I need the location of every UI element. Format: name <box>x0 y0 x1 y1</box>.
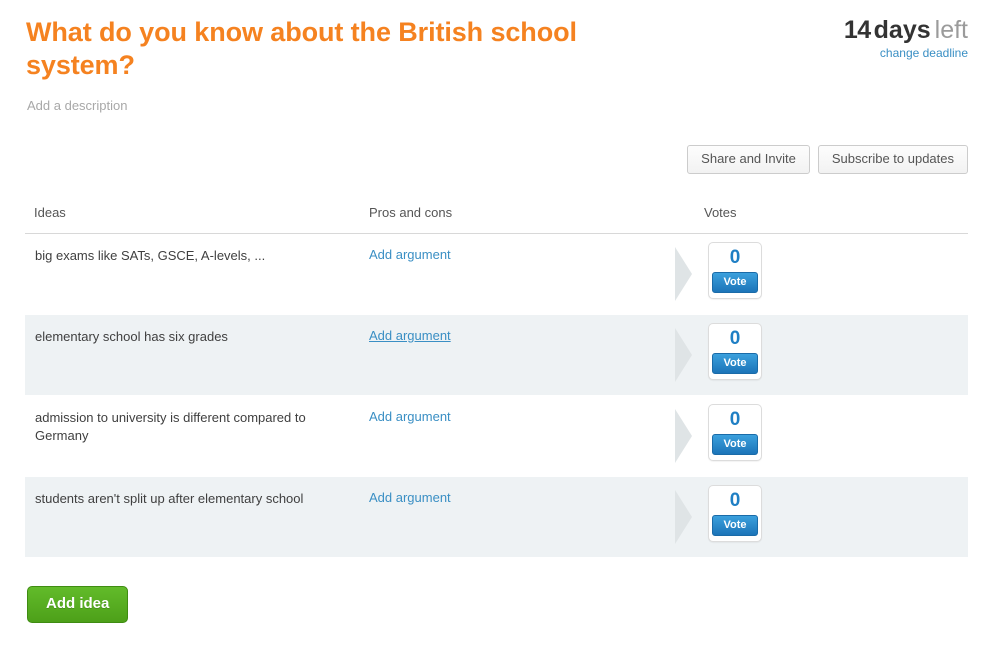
table-row: students aren't split up after elementar… <box>25 477 968 558</box>
vote-count: 0 <box>729 490 741 511</box>
column-header-votes: Votes <box>704 205 737 220</box>
deadline-block: 14 days left change deadline <box>844 16 968 60</box>
action-bar: Share and Invite Subscribe to updates <box>687 145 968 174</box>
vote-count: 0 <box>729 409 741 430</box>
vote-card: 0 Vote <box>708 485 762 542</box>
vote-count: 0 <box>729 247 741 268</box>
add-argument-link[interactable]: Add argument <box>369 328 451 343</box>
add-argument-link[interactable]: Add argument <box>369 409 451 424</box>
idea-text[interactable]: students aren't split up after elementar… <box>35 490 345 508</box>
add-argument-link[interactable]: Add argument <box>369 247 451 262</box>
ideas-table: Ideas Pros and cons Votes big exams like… <box>25 205 968 558</box>
vote-card: 0 Vote <box>708 404 762 461</box>
speech-tail-icon <box>675 247 692 301</box>
add-idea-button[interactable]: Add idea <box>27 586 129 623</box>
idea-text[interactable]: admission to university is different com… <box>35 409 345 445</box>
page-root: What do you know about the British schoo… <box>0 0 996 646</box>
vote-widget: 0 Vote <box>675 242 795 306</box>
deadline-suffix: left <box>934 16 968 44</box>
vote-button[interactable]: Vote <box>712 515 758 536</box>
vote-button[interactable]: Vote <box>712 434 758 455</box>
table-row: admission to university is different com… <box>25 396 968 477</box>
vote-button[interactable]: Vote <box>712 272 758 293</box>
speech-tail-icon <box>675 409 692 463</box>
deadline-days-number: 14 <box>843 16 871 44</box>
column-header-ideas: Ideas <box>34 205 66 220</box>
page-header: What do you know about the British schoo… <box>0 0 996 130</box>
speech-tail-icon <box>675 328 692 382</box>
add-argument-link[interactable]: Add argument <box>369 490 451 505</box>
vote-widget: 0 Vote <box>675 404 795 468</box>
subscribe-to-updates-button[interactable]: Subscribe to updates <box>817 145 968 174</box>
speech-tail-icon <box>675 490 692 544</box>
idea-text[interactable]: big exams like SATs, GSCE, A-levels, ... <box>35 247 345 265</box>
column-header-pros-and-cons: Pros and cons <box>369 205 453 220</box>
vote-button[interactable]: Vote <box>712 353 758 374</box>
table-row: big exams like SATs, GSCE, A-levels, ...… <box>25 234 968 315</box>
add-description-field[interactable]: Add a description <box>27 98 127 113</box>
deadline-text: 14 days left <box>844 16 968 44</box>
table-row: elementary school has six grades Add arg… <box>25 315 968 396</box>
idea-text[interactable]: elementary school has six grades <box>35 328 345 346</box>
deadline-days-unit: days <box>873 16 931 44</box>
vote-count: 0 <box>729 328 741 349</box>
vote-widget: 0 Vote <box>675 323 795 387</box>
change-deadline-link[interactable]: change deadline <box>844 46 968 60</box>
share-and-invite-button[interactable]: Share and Invite <box>687 145 810 174</box>
vote-widget: 0 Vote <box>675 485 795 549</box>
vote-card: 0 Vote <box>708 242 762 299</box>
vote-card: 0 Vote <box>708 323 762 380</box>
page-title: What do you know about the British schoo… <box>26 17 577 80</box>
table-header-row: Ideas Pros and cons Votes <box>25 205 968 234</box>
